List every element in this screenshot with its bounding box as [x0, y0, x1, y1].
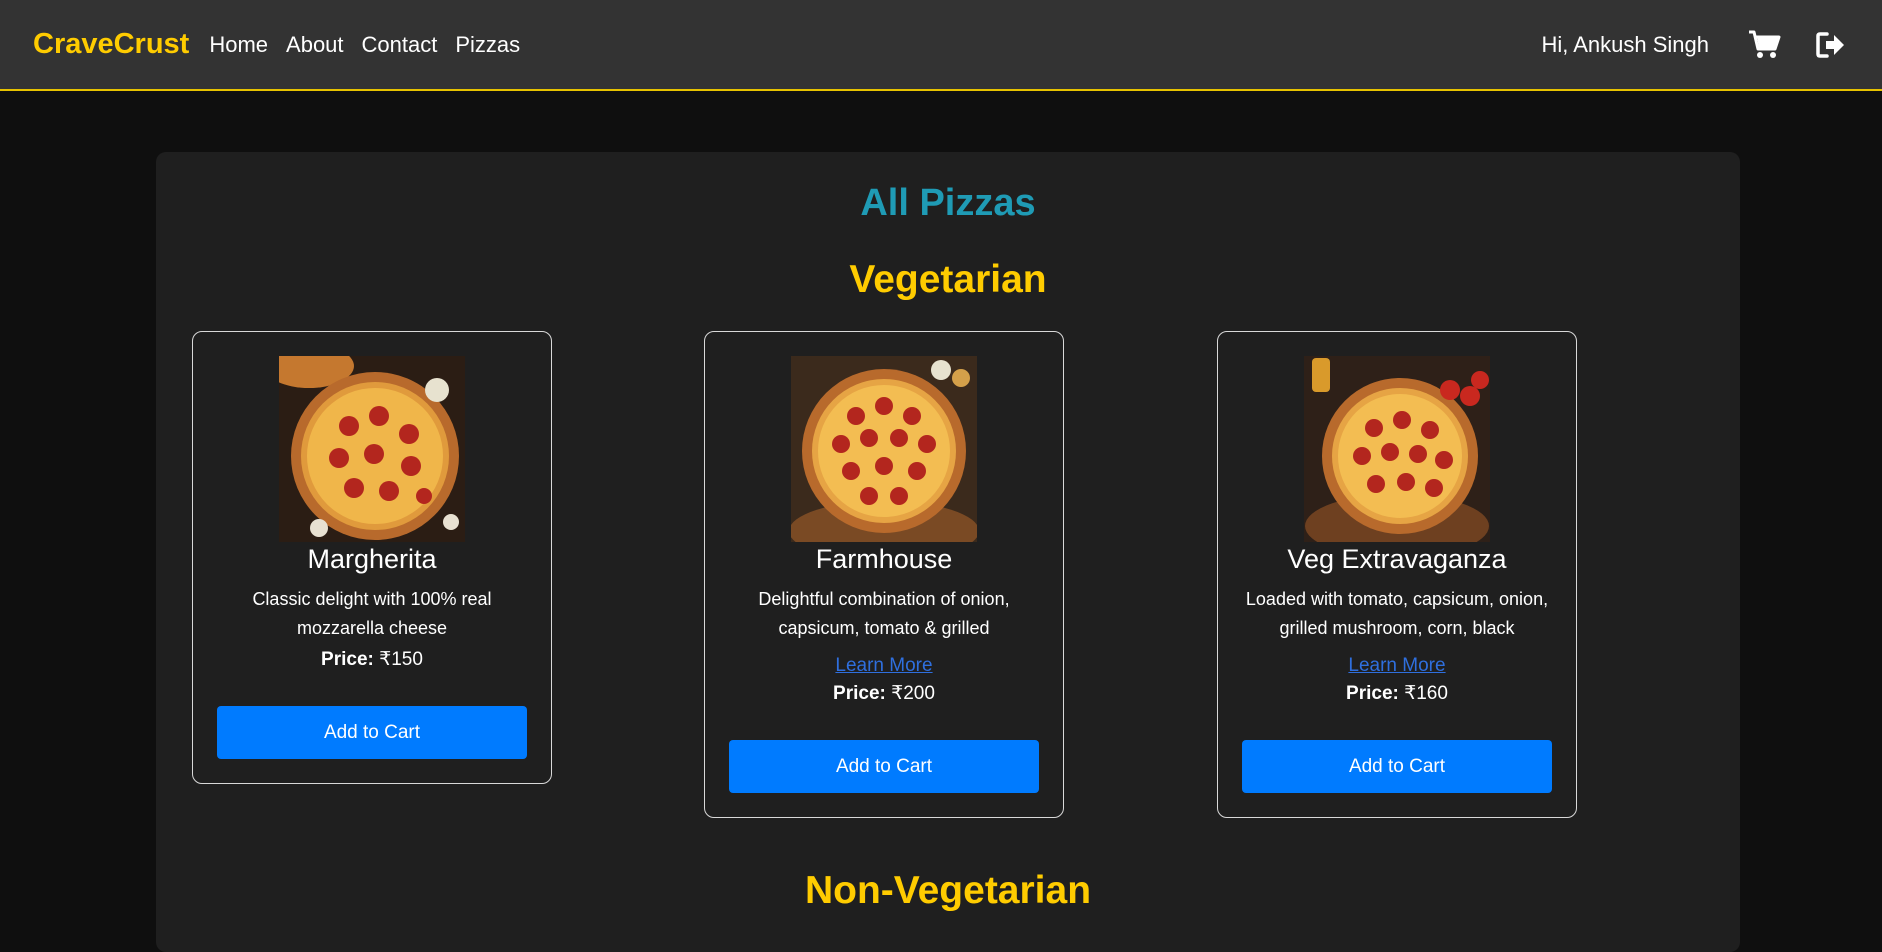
nav-link-about[interactable]: About: [286, 32, 344, 58]
pizza-description: Delightful combination of onion, capsicu…: [758, 589, 1010, 638]
brand-logo[interactable]: CraveCrust: [33, 28, 189, 61]
pizza-name: Veg Extravaganza: [1287, 544, 1507, 574]
pizza-image: [279, 356, 465, 542]
section-title-non-vegetarian: Non-Vegetarian: [804, 869, 1092, 912]
nav-user-area: Hi, Ankush Singh: [1541, 27, 1849, 63]
logout-icon[interactable]: [1813, 27, 1849, 63]
user-greeting: Hi, Ankush Singh: [1541, 31, 1709, 57]
price-label: Price:: [321, 649, 374, 670]
pizza-description: Loaded with tomato, capsicum, onion, gri…: [1245, 589, 1549, 638]
section-title-vegetarian: Vegetarian: [849, 258, 1047, 301]
pizza-name: Margherita: [307, 544, 437, 574]
page-title: All Pizzas: [860, 182, 1036, 224]
add-to-cart-button[interactable]: Add to Cart: [729, 740, 1039, 793]
pizza-name: Farmhouse: [815, 544, 953, 574]
cart-icon[interactable]: [1747, 27, 1783, 63]
price-value: ₹160: [1404, 683, 1448, 704]
learn-more-link[interactable]: Learn More: [835, 655, 932, 677]
nav-link-contact[interactable]: Contact: [362, 32, 438, 58]
learn-more-link[interactable]: Learn More: [1348, 655, 1445, 677]
add-to-cart-button[interactable]: Add to Cart: [1242, 740, 1552, 793]
pizza-image: [791, 356, 977, 542]
pizza-card-farmhouse: Farmhouse Delightful combination of onio…: [704, 331, 1064, 818]
pizza-price: Price: ₹150: [321, 648, 423, 671]
price-value: ₹150: [379, 649, 423, 670]
price-value: ₹200: [891, 683, 935, 704]
pizza-price: Price: ₹200: [833, 682, 935, 705]
pizza-image: [1304, 356, 1490, 542]
nav-link-pizzas[interactable]: Pizzas: [455, 32, 520, 58]
pizza-panel: All Pizzas Vegetarian Margherita Classic…: [156, 152, 1740, 952]
nav-link-home[interactable]: Home: [209, 32, 268, 58]
navbar: CraveCrust Home About Contact Pizzas Hi,…: [0, 0, 1882, 91]
price-label: Price:: [1346, 683, 1399, 704]
pizza-card-veg-extravaganza: Veg Extravaganza Loaded with tomato, cap…: [1217, 331, 1577, 818]
pizza-description: Classic delight with 100% real mozzarell…: [252, 589, 492, 638]
add-to-cart-button[interactable]: Add to Cart: [217, 706, 527, 759]
price-label: Price:: [833, 683, 886, 704]
pizza-card-margherita: Margherita Classic delight with 100% rea…: [192, 331, 552, 784]
pizza-price: Price: ₹160: [1346, 682, 1448, 705]
